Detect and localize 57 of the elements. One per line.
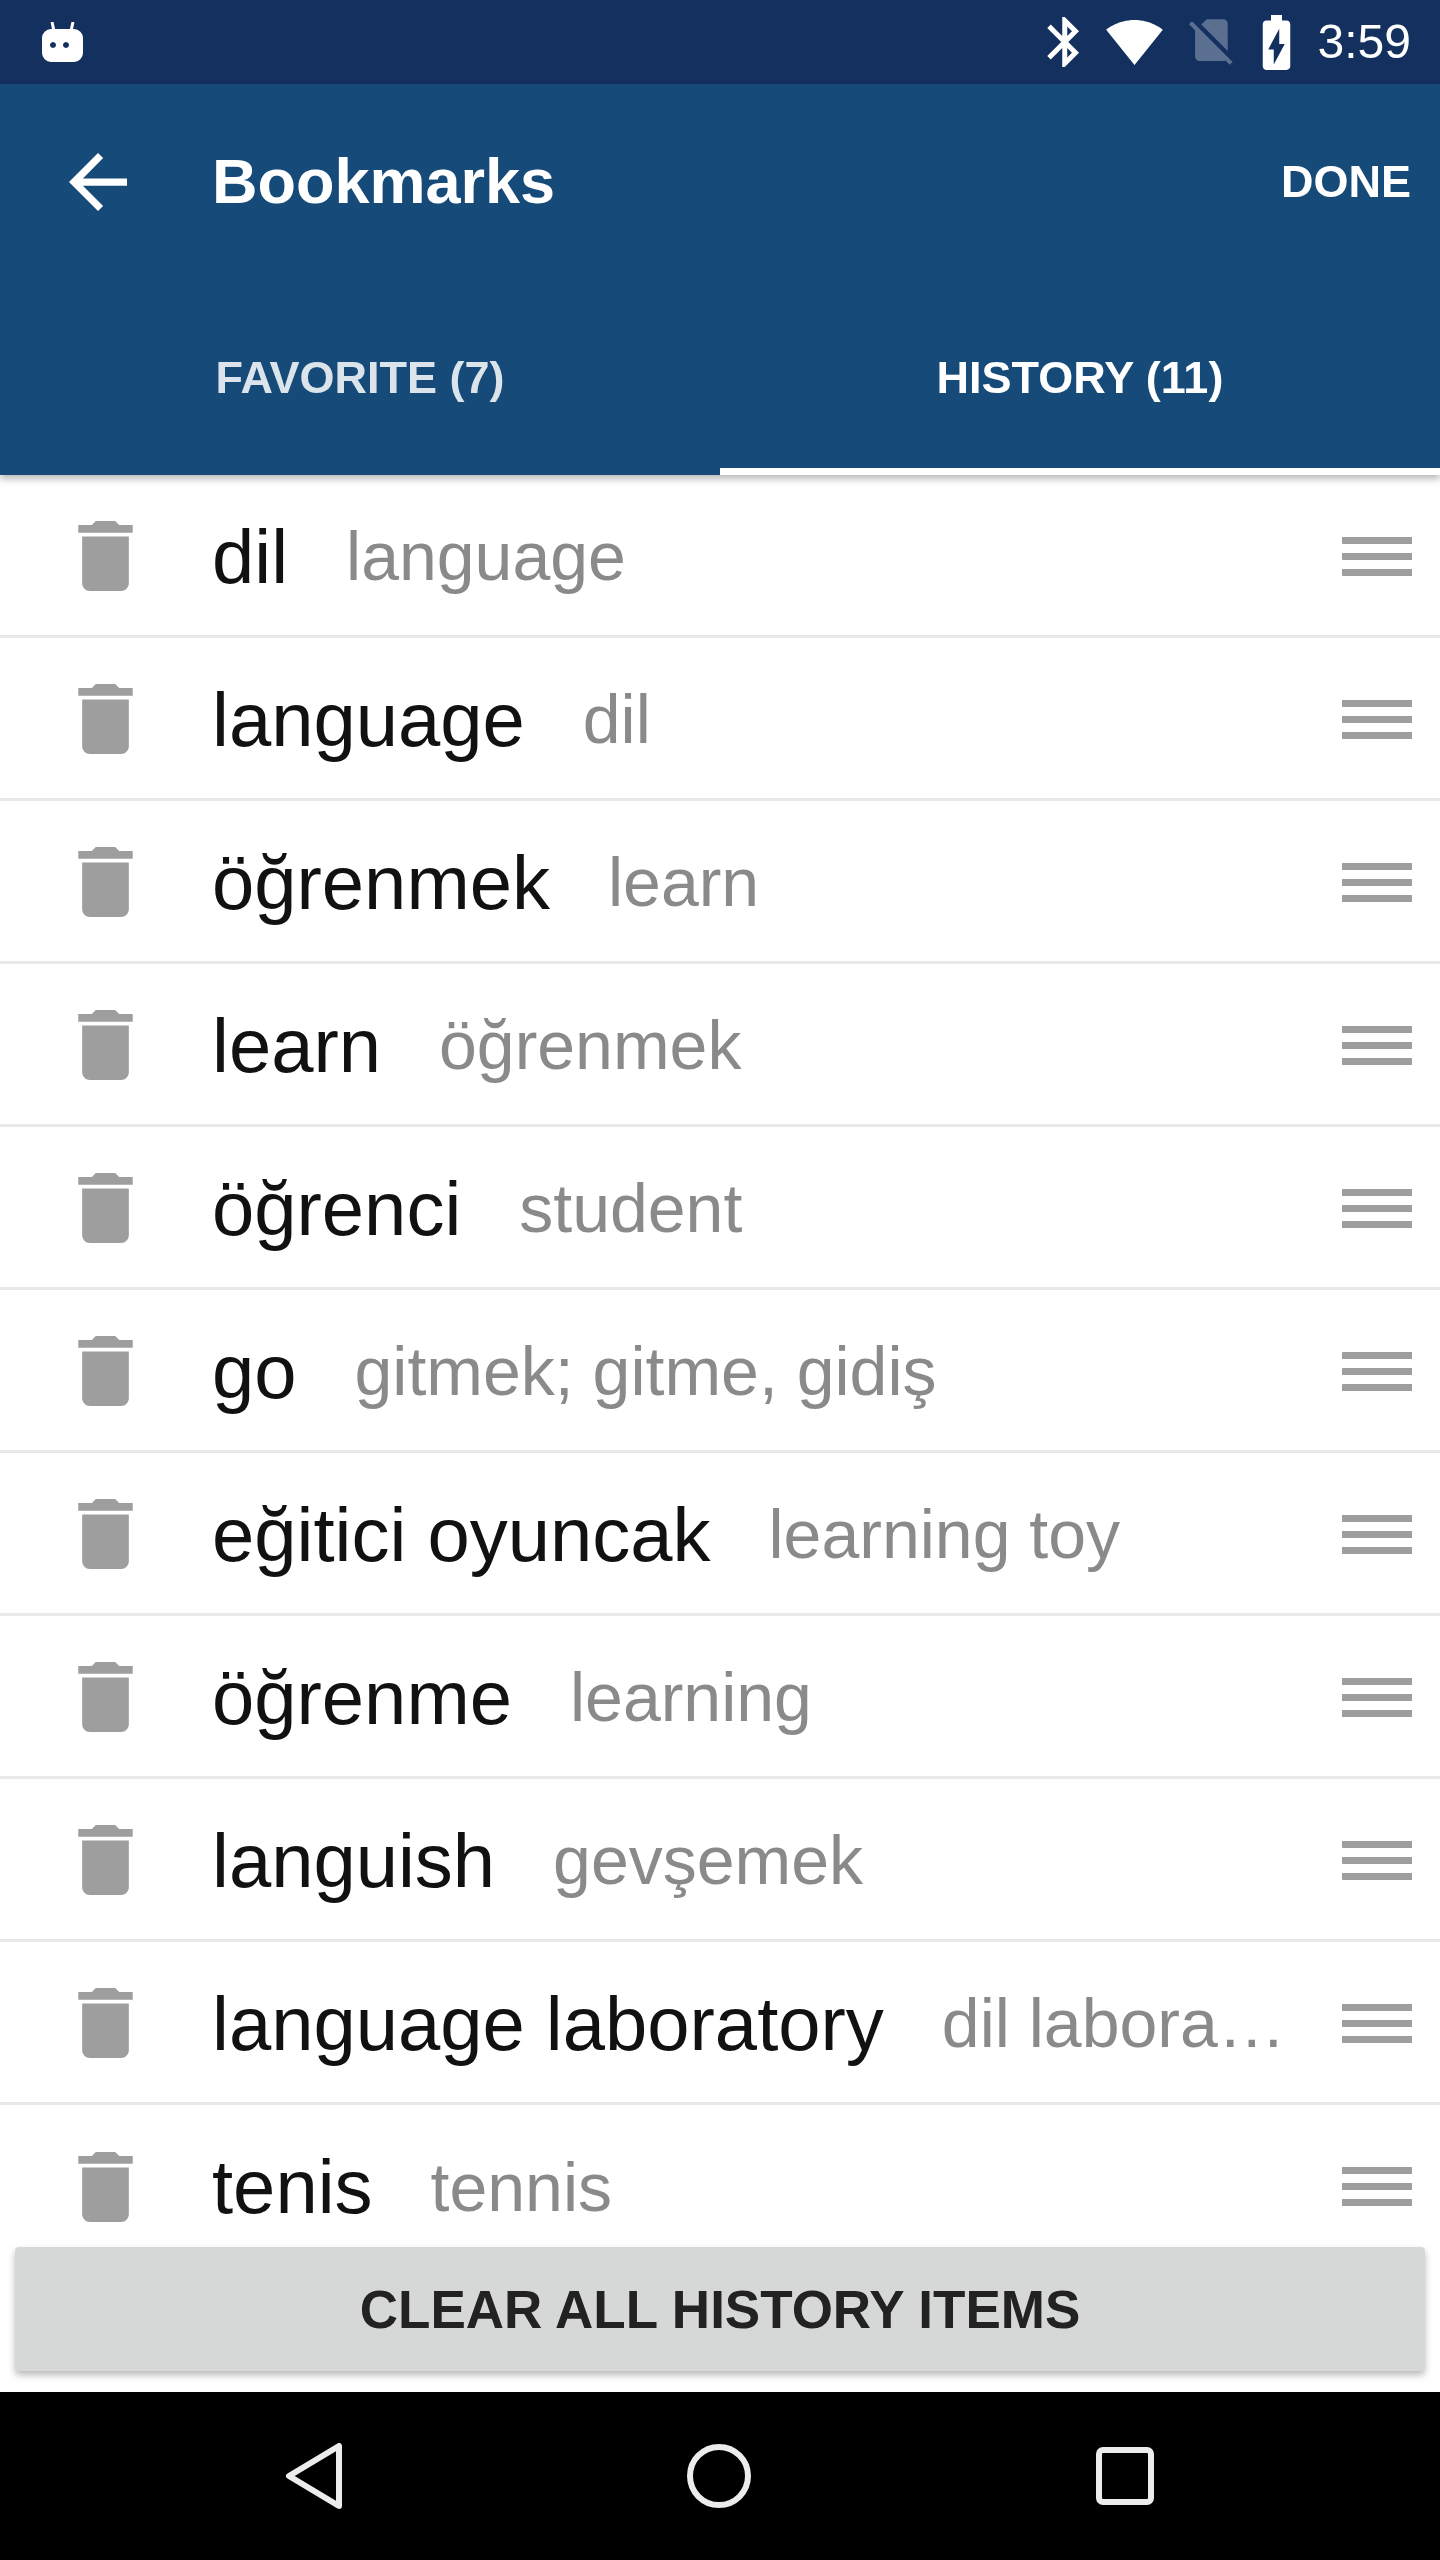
word-text: language laboratory xyxy=(212,1979,884,2067)
trash-icon[interactable] xyxy=(78,1499,133,1569)
drag-handle-icon[interactable] xyxy=(1342,2003,1412,2043)
meaning-text: tennis xyxy=(430,2147,612,2226)
word-text: öğrenmek xyxy=(212,838,550,926)
drag-handle-icon[interactable] xyxy=(1342,1188,1412,1228)
drag-handle-icon[interactable] xyxy=(1342,536,1412,576)
word-text: go xyxy=(212,1327,297,1415)
trash-icon[interactable] xyxy=(78,684,133,754)
back-arrow-icon[interactable] xyxy=(69,153,127,211)
trash-icon[interactable] xyxy=(78,1825,133,1895)
word-text: tenis xyxy=(212,2143,373,2230)
trash-icon[interactable] xyxy=(78,847,133,917)
word-text: learn xyxy=(212,1001,381,1089)
meaning-text: gevşemek xyxy=(553,1821,864,1899)
word-text: languish xyxy=(212,1816,496,1904)
recents-icon[interactable] xyxy=(1096,2447,1154,2505)
meaning-text: student xyxy=(519,1169,743,1247)
word-text: dil xyxy=(212,512,289,600)
clear-history-button[interactable]: CLEAR ALL HISTORY ITEMS xyxy=(15,2247,1425,2371)
meaning-text: learn xyxy=(607,843,760,921)
meaning-text: language xyxy=(346,517,626,595)
bluetooth-icon xyxy=(1046,17,1080,67)
trash-icon[interactable] xyxy=(78,2151,133,2222)
drag-handle-icon[interactable] xyxy=(1342,2167,1412,2206)
word-text: öğrenme xyxy=(212,1653,512,1741)
trash-icon[interactable] xyxy=(78,1988,133,2058)
meaning-text: learning toy xyxy=(768,1495,1121,1573)
trash-icon[interactable] xyxy=(78,1173,133,1243)
no-sim-icon xyxy=(1188,16,1235,68)
trash-icon[interactable] xyxy=(78,521,133,591)
drag-handle-icon[interactable] xyxy=(1342,1514,1412,1554)
drag-handle-icon[interactable] xyxy=(1342,1677,1412,1717)
trash-icon[interactable] xyxy=(78,1662,133,1732)
back-icon[interactable] xyxy=(286,2443,342,2509)
home-icon[interactable] xyxy=(687,2444,751,2508)
meaning-text: dil labora… xyxy=(941,1984,1286,2062)
clock-text: 3:59 xyxy=(1317,18,1411,66)
word-text: öğrenci xyxy=(212,1164,462,1252)
wifi-icon xyxy=(1104,19,1164,65)
done-button[interactable]: DONE xyxy=(1281,157,1411,207)
drag-handle-icon[interactable] xyxy=(1342,1025,1412,1065)
drag-handle-icon[interactable] xyxy=(1342,1351,1412,1391)
screen-title: Bookmarks xyxy=(212,147,556,217)
word-text: language xyxy=(212,675,525,763)
android-robot-icon xyxy=(42,22,83,62)
meaning-text: dil xyxy=(582,680,651,758)
meaning-text: learning xyxy=(569,1658,812,1736)
trash-icon[interactable] xyxy=(78,1336,133,1406)
word-text: eğitici oyuncak xyxy=(212,1490,711,1578)
trash-icon[interactable] xyxy=(78,1010,133,1080)
drag-handle-icon[interactable] xyxy=(1342,1840,1412,1880)
drag-handle-icon[interactable] xyxy=(1342,862,1412,902)
meaning-text: gitmek; gitme, gidiş xyxy=(354,1332,937,1410)
drag-handle-icon[interactable] xyxy=(1342,699,1412,739)
tab[interactable]: FAVORITE (7) xyxy=(0,280,720,475)
meaning-text: öğrenmek xyxy=(439,1006,742,1084)
